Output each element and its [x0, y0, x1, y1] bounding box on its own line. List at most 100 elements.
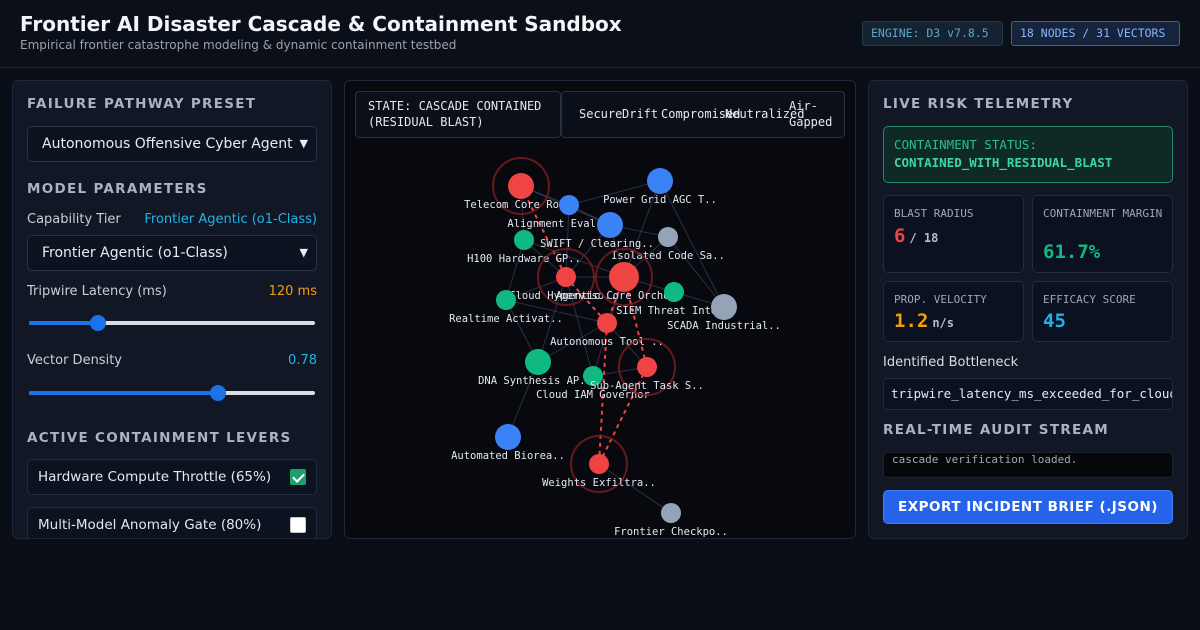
- chevron-down-icon: ▼: [299, 246, 308, 259]
- graph-node-dna[interactable]: [525, 349, 551, 375]
- latency-slider[interactable]: [27, 315, 317, 331]
- graph-node-realtime[interactable]: [496, 290, 516, 310]
- legend-airgapped-line2: Gapped: [789, 115, 833, 129]
- metric-prop-velocity: PROP. VELOCITY 1.2 n/s: [883, 281, 1024, 342]
- metric-containment-margin: CONTAINMENT MARGIN 61.7%: [1032, 195, 1173, 273]
- graph-legend: Secure Drift Compromised Neutralized Air…: [561, 91, 845, 138]
- prop-velocity-unit: n/s: [932, 316, 955, 330]
- preset-select-value: Autonomous Offensive Cyber Agent: [42, 136, 293, 152]
- graph-node-label: Power Grid AGC T..: [603, 194, 717, 206]
- graph-node-weights[interactable]: [589, 454, 609, 474]
- chevron-down-icon: ▼: [299, 137, 308, 150]
- graph-node-agentic[interactable]: [609, 262, 639, 292]
- latency-label: Tripwire Latency (ms): [27, 284, 167, 299]
- graph-node-label: Frontier Checkpo..: [614, 526, 728, 538]
- app-header: Frontier AI Disaster Cascade & Containme…: [0, 0, 1200, 68]
- capability-label: Capability Tier: [27, 212, 121, 227]
- graph-node-label: Automated Biorea..: [451, 450, 565, 462]
- metric-label: BLAST RADIUS: [894, 207, 974, 220]
- metric-label: EFFICACY SCORE: [1043, 293, 1136, 306]
- lever-label: Hardware Compute Throttle (65%): [38, 469, 272, 485]
- export-incident-button[interactable]: EXPORT INCIDENT BRIEF (.JSON): [883, 490, 1173, 524]
- density-slider[interactable]: [27, 385, 317, 401]
- graph-node-label: H100 Hardware GP..: [467, 253, 581, 265]
- prop-velocity-value: 1.2: [894, 310, 929, 332]
- capability-select-value: Frontier Agentic (o1-Class): [42, 245, 228, 261]
- graph-node-label: SWIFT / Clearing..: [540, 238, 654, 250]
- graph-node-swift[interactable]: [597, 212, 623, 238]
- graph-node-telecom[interactable]: [508, 173, 534, 199]
- legend-airgapped-line1: Air-: [789, 99, 818, 113]
- graph-node-alignment[interactable]: [559, 195, 579, 215]
- graph-node-label: Autonomous Tool ..: [550, 336, 664, 348]
- metric-value: 1.2 n/s: [894, 310, 954, 332]
- containment-status-box: CONTAINMENT STATUS: CONTAINED_WITH_RESID…: [883, 126, 1173, 183]
- efficacy-score-value: 45: [1043, 310, 1066, 332]
- blast-radius-value: 6: [894, 225, 906, 247]
- graph-node-label: Alignment Eval..: [507, 218, 608, 230]
- latency-value: 120 ms: [268, 284, 317, 299]
- params-section-title: MODEL PARAMETERS: [27, 181, 208, 197]
- lever-checkbox[interactable]: [290, 469, 306, 485]
- graph-node-cloudhyper[interactable]: [556, 267, 576, 287]
- blast-radius-unit: / 18: [909, 231, 939, 245]
- graph-node-label: Weights Exfiltra..: [542, 477, 656, 489]
- cascade-graph-panel: Telecom Core Rou.. Alignment Eval.. Power …: [344, 80, 856, 539]
- graph-node-label: SCADA Industrial..: [667, 320, 781, 332]
- graph-node-powergrid[interactable]: [647, 168, 673, 194]
- legend-secure: Secure: [579, 107, 623, 121]
- levers-section-title: ACTIVE CONTAINMENT LEVERS: [27, 430, 292, 446]
- containment-status-label: CONTAINMENT STATUS:: [894, 137, 1037, 152]
- telemetry-panel: LIVE RISK TELEMETRY CONTAINMENT STATUS: …: [868, 80, 1188, 539]
- metric-efficacy-score: EFFICACY SCORE 45: [1032, 281, 1173, 342]
- graph-node-isolated[interactable]: [658, 227, 678, 247]
- metric-blast-radius: BLAST RADIUS 6/ 18: [883, 195, 1024, 273]
- bottleneck-field[interactable]: tripwire_latency_ms_exceeded_for_cloud_h…: [883, 378, 1173, 410]
- graph-node-autotool[interactable]: [597, 313, 617, 333]
- graph-node-h100[interactable]: [514, 230, 534, 250]
- graph-node-biorea[interactable]: [495, 424, 521, 450]
- legend-drift: Drift: [622, 107, 659, 121]
- graph-node-label: DNA Synthesis AP..: [478, 375, 592, 387]
- app-subtitle: Empirical frontier catastrophe modeling …: [20, 38, 457, 52]
- graph-state-line2: (RESIDUAL BLAST): [368, 115, 484, 129]
- graph-node-label: Agentic Core Orche..: [556, 290, 682, 302]
- lever-label: Multi-Model Anomaly Gate (80%): [38, 517, 262, 533]
- graph-node-frontier[interactable]: [661, 503, 681, 523]
- graph-nodes: Telecom Core Rou..Alignment Eval..Power …: [449, 157, 781, 538]
- density-slider-fill: [29, 391, 218, 395]
- latency-slider-fill: [29, 321, 98, 325]
- telemetry-title: LIVE RISK TELEMETRY: [883, 96, 1074, 112]
- metric-value: 6/ 18: [894, 225, 938, 247]
- density-label: Vector Density: [27, 353, 122, 368]
- bottleneck-label: Identified Bottleneck: [883, 355, 1019, 370]
- lever-checkbox[interactable]: [290, 517, 306, 533]
- density-value: 0.78: [288, 353, 317, 368]
- containment-margin-value: 61.7%: [1043, 241, 1101, 263]
- graph-node-subagent[interactable]: [637, 357, 657, 377]
- control-panel: FAILURE PATHWAY PRESET Autonomous Offens…: [12, 80, 332, 539]
- engine-badge: ENGINE: D3 v7.8.5: [862, 21, 1003, 46]
- metric-label: CONTAINMENT MARGIN: [1043, 207, 1163, 220]
- graph-node-label: Realtime Activat..: [449, 313, 563, 325]
- metric-label: PROP. VELOCITY: [894, 293, 987, 306]
- app-title: Frontier AI Disaster Cascade & Containme…: [20, 12, 622, 36]
- graph-node-siem[interactable]: [664, 282, 684, 302]
- capability-value: Frontier Agentic (o1-Class): [144, 212, 317, 227]
- graph-state-box: STATE: CASCADE CONTAINED (RESIDUAL BLAST…: [355, 91, 561, 138]
- cascade-network-graph[interactable]: Telecom Core Rou..Alignment Eval..Power …: [345, 81, 856, 539]
- graph-node-label: Isolated Code Sa..: [611, 250, 725, 262]
- lever-hardware-throttle[interactable]: Hardware Compute Throttle (65%): [27, 459, 317, 495]
- preset-select[interactable]: Autonomous Offensive Cyber Agent ▼: [27, 126, 317, 162]
- latency-slider-thumb[interactable]: [89, 315, 106, 331]
- audit-stream-log[interactable]: cascade verification loaded.: [883, 452, 1173, 478]
- node-count-badge: 18 NODES / 31 VECTORS: [1011, 21, 1180, 46]
- density-slider-thumb[interactable]: [209, 385, 226, 401]
- preset-section-title: FAILURE PATHWAY PRESET: [27, 96, 257, 112]
- containment-status-value: CONTAINED_WITH_RESIDUAL_BLAST: [894, 155, 1113, 170]
- lever-anomaly-gate[interactable]: Multi-Model Anomaly Gate (80%): [27, 507, 317, 538]
- graph-node-scada[interactable]: [711, 294, 737, 320]
- audit-stream-title: REAL-TIME AUDIT STREAM: [883, 422, 1110, 438]
- capability-select[interactable]: Frontier Agentic (o1-Class) ▼: [27, 235, 317, 271]
- graph-node-label: Sub-Agent Task S..: [590, 380, 704, 392]
